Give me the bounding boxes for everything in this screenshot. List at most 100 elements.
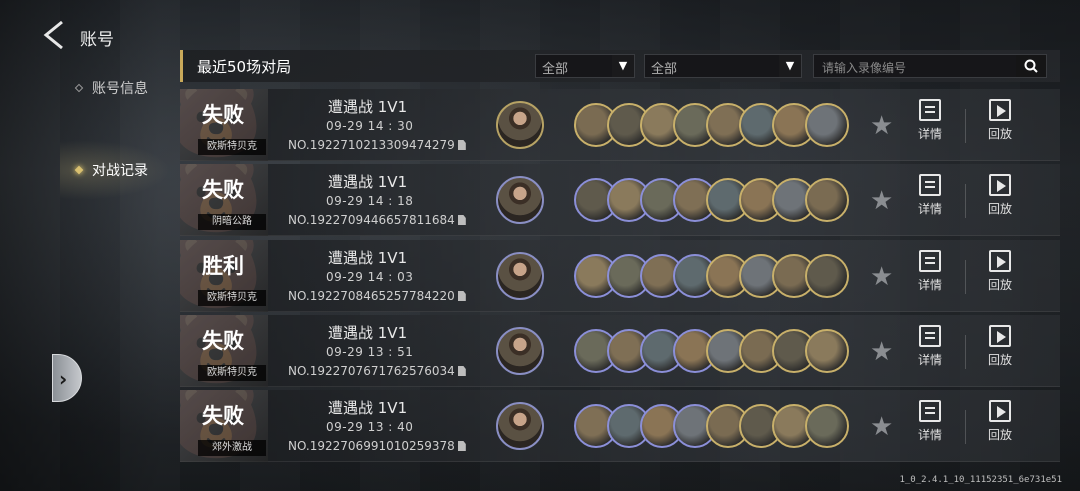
diamond-bullet-icon — [74, 165, 84, 175]
favorite-star-icon[interactable]: ★ — [870, 111, 893, 141]
replay-button[interactable]: 回放 — [978, 325, 1022, 368]
match-number: NO.1922707671762576034 — [288, 364, 466, 378]
list-header: 最近50场对局 全部 ▼ 全部 ▼ 请输入录像编号 — [180, 50, 1060, 82]
map-name: 郊外激战 — [198, 440, 266, 456]
details-button[interactable]: 详情 — [908, 400, 952, 443]
bookmark-details-icon — [919, 400, 941, 422]
details-label: 详情 — [917, 127, 942, 141]
bookmark-details-icon — [919, 325, 941, 347]
details-button[interactable]: 详情 — [908, 250, 952, 293]
triangle-down-icon: ▼ — [779, 55, 801, 77]
match-number-text: NO.1922706991010259378 — [288, 439, 455, 453]
replay-button[interactable]: 回放 — [978, 174, 1022, 217]
match-result: 失败 — [202, 178, 244, 202]
play-replay-icon — [989, 99, 1011, 121]
replay-button[interactable]: 回放 — [978, 250, 1022, 293]
details-button[interactable]: 详情 — [908, 174, 952, 217]
commander-avatar — [496, 101, 544, 149]
copy-icon[interactable] — [457, 215, 466, 225]
dropdown-value: 全部 — [542, 62, 569, 77]
play-replay-icon — [989, 174, 1011, 196]
map-name: 阴暗公路 — [198, 214, 266, 230]
result-panel: 🐻 胜利 欧斯特贝克 — [180, 240, 268, 312]
match-result: 胜利 — [202, 254, 244, 278]
replay-label: 回放 — [987, 202, 1012, 216]
match-mode: 遭遇战 1V1 — [328, 324, 408, 342]
match-mode: 遭遇战 1V1 — [328, 399, 408, 417]
match-row[interactable]: 🐻 胜利 欧斯特贝克 遭遇战 1V1 09-29 14 : 03 NO.1922… — [180, 240, 1060, 312]
favorite-star-icon[interactable]: ★ — [870, 412, 893, 442]
replay-label: 回放 — [987, 353, 1012, 367]
match-result: 失败 — [202, 103, 244, 127]
bookmark-details-icon — [919, 99, 941, 121]
copy-icon[interactable] — [457, 441, 466, 451]
result-panel: 🐻 失败 欧斯特贝克 — [180, 89, 268, 161]
copy-icon[interactable] — [457, 140, 466, 150]
play-replay-icon — [989, 325, 1011, 347]
action-divider — [965, 335, 966, 369]
unit-card-icon — [805, 329, 849, 373]
match-row[interactable]: 🐻 失败 阴暗公路 遭遇战 1V1 09-29 14 : 18 NO.19227… — [180, 164, 1060, 236]
map-name: 欧斯特贝克 — [198, 290, 266, 306]
match-mode: 遭遇战 1V1 — [328, 173, 408, 191]
dropdown-value: 全部 — [651, 62, 678, 77]
match-result: 失败 — [202, 404, 244, 428]
bookmark-details-icon — [919, 174, 941, 196]
action-divider — [965, 260, 966, 294]
favorite-star-icon[interactable]: ★ — [870, 186, 893, 216]
match-mode: 遭遇战 1V1 — [328, 249, 408, 267]
copy-icon[interactable] — [457, 366, 466, 376]
page-title: 账号 — [80, 30, 114, 50]
match-number-text: NO.1922710213309474279 — [288, 138, 455, 152]
details-label: 详情 — [917, 278, 942, 292]
commander-avatar — [496, 252, 544, 300]
sidebar-item-label: 对战记录 — [92, 163, 148, 179]
back-arrow-icon[interactable] — [40, 20, 68, 50]
favorite-star-icon[interactable]: ★ — [870, 337, 893, 367]
result-panel: 🐻 失败 郊外激战 — [180, 390, 268, 462]
unit-card-icon — [805, 254, 849, 298]
copy-icon[interactable] — [457, 291, 466, 301]
search-icon[interactable] — [1016, 55, 1046, 77]
map-name: 欧斯特贝克 — [198, 139, 266, 155]
bookmark-details-icon — [919, 250, 941, 272]
match-time: 09-29 14 : 03 — [326, 270, 414, 284]
diamond-bullet-icon — [74, 83, 84, 93]
sidebar-item-account-info[interactable]: 账号信息 — [74, 78, 148, 98]
mode-filter-dropdown[interactable]: 全部 ▼ — [535, 54, 635, 78]
chevron-right-icon: › — [59, 367, 68, 391]
favorite-star-icon[interactable]: ★ — [870, 262, 893, 292]
replay-search-input[interactable]: 请输入录像编号 — [813, 54, 1047, 78]
details-label: 详情 — [917, 428, 942, 442]
match-number: NO.1922710213309474279 — [288, 138, 466, 152]
match-row[interactable]: 🐻 失败 郊外激战 遭遇战 1V1 09-29 13 : 40 NO.19227… — [180, 390, 1060, 462]
details-label: 详情 — [917, 353, 942, 367]
search-placeholder: 请输入录像编号 — [822, 61, 907, 75]
action-divider — [965, 109, 966, 143]
map-name: 欧斯特贝克 — [198, 365, 266, 381]
details-button[interactable]: 详情 — [908, 99, 952, 142]
result-filter-dropdown[interactable]: 全部 ▼ — [644, 54, 802, 78]
commander-avatar — [496, 327, 544, 375]
replay-label: 回放 — [987, 127, 1012, 141]
replay-button[interactable]: 回放 — [978, 99, 1022, 142]
match-number: NO.1922709446657811684 — [288, 213, 466, 227]
replay-label: 回放 — [987, 278, 1012, 292]
unit-card-icon — [805, 404, 849, 448]
match-time: 09-29 13 : 51 — [326, 345, 414, 359]
result-panel: 🐻 失败 阴暗公路 — [180, 164, 268, 236]
sidebar-item-label: 账号信息 — [92, 81, 148, 97]
match-row[interactable]: 🐻 失败 欧斯特贝克 遭遇战 1V1 09-29 14 : 30 NO.1922… — [180, 89, 1060, 161]
match-number: NO.1922708465257784220 — [288, 289, 466, 303]
sidebar-item-battle-records[interactable]: 对战记录 — [74, 160, 148, 180]
match-number-text: NO.1922707671762576034 — [288, 364, 455, 378]
replay-button[interactable]: 回放 — [978, 400, 1022, 443]
details-button[interactable]: 详情 — [908, 325, 952, 368]
match-time: 09-29 13 : 40 — [326, 420, 414, 434]
match-result: 失败 — [202, 329, 244, 353]
match-row[interactable]: 🐻 失败 欧斯特贝克 遭遇战 1V1 09-29 13 : 51 NO.1922… — [180, 315, 1060, 387]
match-number-text: NO.1922708465257784220 — [288, 289, 455, 303]
triangle-down-icon: ▼ — [612, 55, 634, 77]
details-label: 详情 — [917, 202, 942, 216]
unit-card-icon — [805, 103, 849, 147]
